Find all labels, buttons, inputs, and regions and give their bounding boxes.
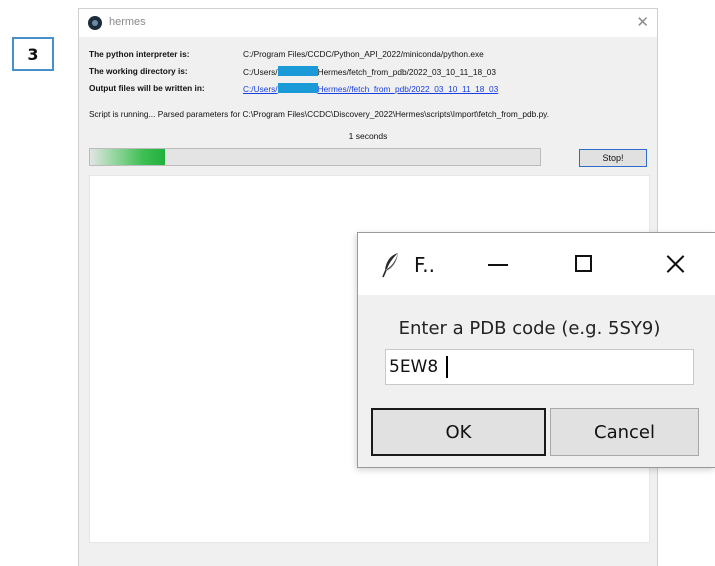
pdb-code-input[interactable] [385,349,694,385]
close-icon[interactable] [656,247,692,281]
window-title: hermes [109,16,146,28]
output-directory-link[interactable]: C:/Users/Hermes//fetch_from_pdb/2022_03_… [243,83,498,94]
step-number: 3 [27,44,39,64]
status-message: Script is running... Parsed parameters f… [89,109,550,119]
output-directory-suffix: Hermes//fetch_from_pdb/2022_03_10_11_18_… [317,84,499,94]
close-icon[interactable]: ✕ [636,13,649,31]
maximize-icon[interactable] [566,247,602,281]
redacted-username [277,66,318,76]
cancel-button[interactable]: Cancel [550,408,699,456]
step-number-badge: 3 [12,37,54,71]
interpreter-value: C:/Program Files/CCDC/Python_API_2022/mi… [243,49,484,59]
output-directory-prefix: C:/Users/ [243,84,278,94]
minimize-icon[interactable] [480,247,516,281]
working-directory-prefix: C:/Users/ [243,67,278,77]
interpreter-label: The python interpreter is: [89,49,190,59]
feather-icon [382,253,398,278]
dialog-title: F.. [414,253,436,277]
text-caret [446,356,448,378]
working-directory-value: C:/Users/Hermes/fetch_from_pdb/2022_03_1… [243,66,496,77]
dialog-prompt: Enter a PDB code (e.g. 5SY9) [398,318,661,339]
hermes-app-icon [88,16,102,30]
working-directory-label: The working directory is: [89,66,188,76]
redacted-username [277,83,318,93]
pdb-code-dialog: F.. Enter a PDB code (e.g. 5SY9) OK Canc… [357,232,715,468]
output-directory-label: Output files will be written in: [89,83,205,93]
elapsed-time: 1 seconds [348,131,388,141]
ok-button[interactable]: OK [371,408,546,456]
main-titlebar: hermes ✕ [79,9,657,37]
working-directory-suffix: Hermes/fetch_from_pdb/2022_03_10_11_18_0… [317,67,496,77]
stop-button[interactable]: Stop! [579,149,647,167]
progress-bar [89,148,541,166]
progress-marquee [90,149,165,165]
dialog-titlebar: F.. [358,233,715,295]
